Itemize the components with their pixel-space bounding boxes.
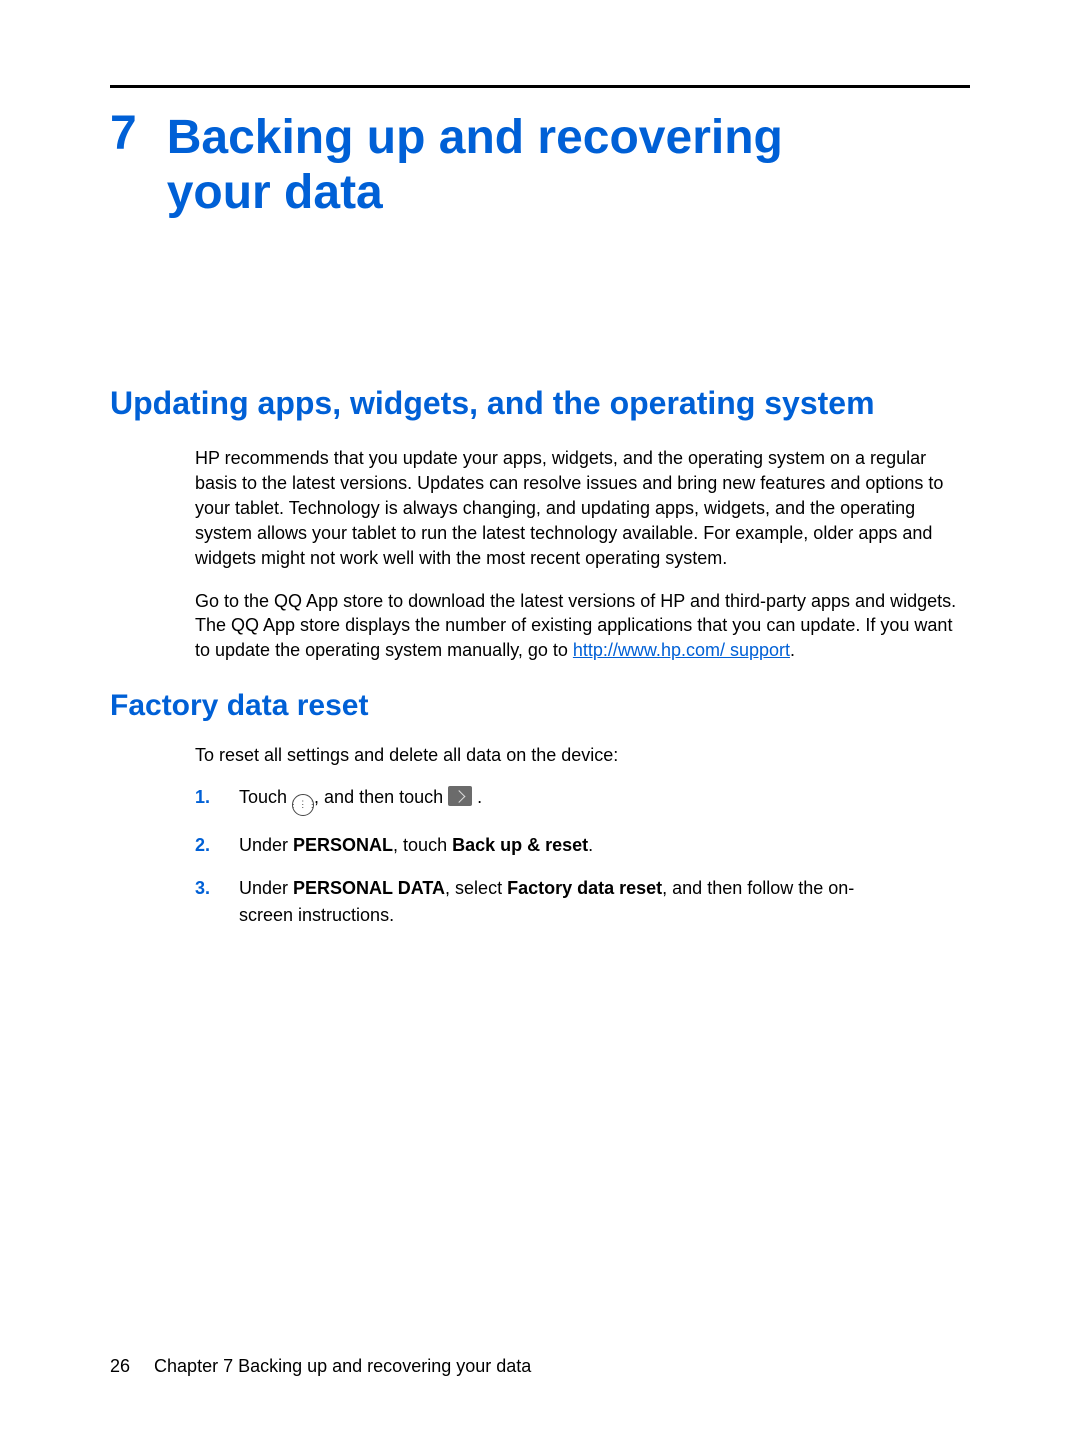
step-1-text: Touch ⋮⋮⋮, and then touch . (239, 784, 895, 816)
step-2-num: 2. (195, 832, 221, 859)
step-3-num: 3. (195, 875, 221, 929)
step-1-pre: Touch (239, 787, 292, 807)
step-3-text: Under PERSONAL DATA, select Factory data… (239, 875, 895, 929)
step-3-t1: Under (239, 878, 293, 898)
step-1-post: . (472, 787, 482, 807)
step-2-b1: PERSONAL (293, 835, 393, 855)
steps-intro: To reset all settings and delete all dat… (195, 745, 970, 766)
step-3-b1: PERSONAL DATA (293, 878, 445, 898)
para-updating-2-b: . (790, 640, 795, 660)
step-2-t2: , touch (393, 835, 452, 855)
page-number: 26 (110, 1356, 130, 1377)
para-updating-1: HP recommends that you update your apps,… (195, 446, 970, 570)
section-heading-factory-reset: Factory data reset (110, 689, 970, 723)
footer-text: Chapter 7 Backing up and recovering your… (154, 1356, 531, 1377)
chapter-number: 7 (110, 110, 137, 158)
all-apps-icon: ⋮⋮⋮ (292, 794, 314, 816)
step-2-text: Under PERSONAL, touch Back up & reset. (239, 832, 895, 859)
step-1-mid: , and then touch (314, 787, 448, 807)
step-2-t1: Under (239, 835, 293, 855)
step-3-t2: , select (445, 878, 507, 898)
top-rule (110, 85, 970, 88)
step-3-b2: Factory data reset (507, 878, 662, 898)
step-2-t3: . (588, 835, 593, 855)
step-2-b2: Back up & reset (452, 835, 588, 855)
chapter-heading: 7 Backing up and recovering your data (110, 110, 970, 220)
step-1-num: 1. (195, 784, 221, 816)
factory-reset-steps: To reset all settings and delete all dat… (195, 745, 970, 929)
para-updating-2: Go to the QQ App store to download the l… (195, 589, 970, 663)
page-footer: 26 Chapter 7 Backing up and recovering y… (110, 1356, 531, 1377)
step-3: 3. Under PERSONAL DATA, select Factory d… (195, 875, 895, 929)
support-link[interactable]: http://www.hp.com/ support (573, 640, 790, 660)
section-body-updating: HP recommends that you update your apps,… (195, 446, 970, 663)
step-1: 1. Touch ⋮⋮⋮, and then touch . (195, 784, 895, 816)
step-2: 2. Under PERSONAL, touch Back up & reset… (195, 832, 895, 859)
chapter-title: Backing up and recovering your data (167, 110, 847, 220)
section-heading-updating: Updating apps, widgets, and the operatin… (110, 385, 970, 422)
settings-icon (448, 786, 472, 806)
